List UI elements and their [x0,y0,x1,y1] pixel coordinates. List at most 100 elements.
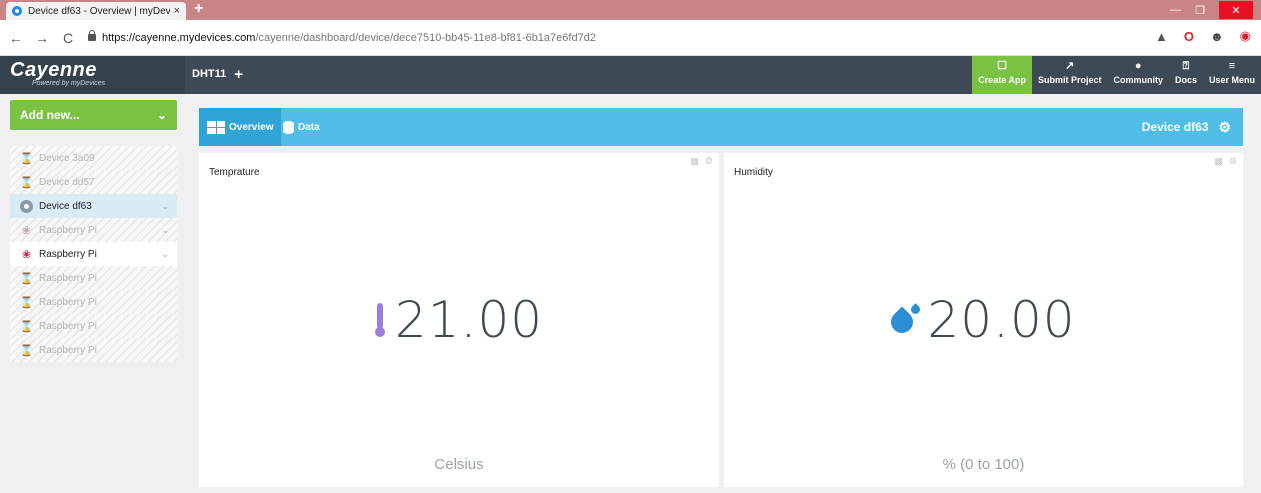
tab-data-label: Data [298,121,320,133]
cayenne-icon [20,199,33,213]
raspberry-icon: ❀ [21,248,32,261]
raspberry-icon: ❀ [21,224,32,237]
device-item-raspberry-pi[interactable]: ⌛ Raspberry Pi [10,314,177,338]
address-bar[interactable]: https://cayenne.mydevices.com/cayenne/da… [88,30,596,44]
hourglass-icon: ⌛ [19,176,34,189]
lock-icon [88,30,96,41]
device-label: Device dd57 [39,176,95,188]
widget-value-row: 20.00 [724,291,1243,349]
submit-project-button[interactable]: ↗ Submit Project [1032,56,1108,94]
window-controls: — ❐ ✕ [1170,0,1253,20]
url-host: https://cayenne.mydevices.com [102,31,256,44]
device-list: ⌛ Device 3a09 ⌛ Device dd57 Device df63 … [10,146,177,362]
adblock-icon[interactable]: ◉ [1240,28,1251,44]
forward-icon[interactable]: → [32,30,52,46]
window-close-icon[interactable]: ✕ [1219,1,1253,19]
browser-tab[interactable]: Device df63 - Overview | myDevi… × [6,2,186,20]
chevron-down-icon: ⌄ [156,108,167,122]
hourglass-icon: ⌛ [19,344,34,357]
minimize-icon[interactable]: — [1170,4,1181,16]
chart-icon[interactable]: ▩ [690,156,699,167]
tab-overview-label: Overview [229,121,274,133]
tab-overview[interactable]: Overview [199,108,282,146]
docs-icon: ⍰ [1182,60,1190,72]
hourglass-icon: ⌛ [19,272,34,285]
widget-tools: ▩ ⚙ [1214,156,1237,167]
device-label: Raspberry Pi [39,272,97,284]
temperature-widget: Temprature ▩ ⚙ 21.00 Celsius [199,153,719,487]
device-name: Device df63 [1141,120,1209,134]
widget-unit: Celsius [434,456,484,473]
new-tab-button[interactable]: + [194,0,203,18]
submit-project-label: Submit Project [1037,75,1102,85]
create-app-button[interactable]: ☐ Create App [972,56,1032,94]
device-settings: Device df63 ⚙ [1142,108,1231,146]
dashboard-header: Overview Data Device df63 ⚙ [199,108,1243,146]
logo-subtitle: Powered by myDevices [32,80,106,87]
create-app-icon: ☐ [997,60,1008,72]
docs-label: Docs [1174,75,1197,85]
device-item-raspberry-pi[interactable]: ⌛ Raspberry Pi [10,290,177,314]
device-item-dd57[interactable]: ⌛ Device dd57 [10,170,177,194]
gear-icon[interactable]: ⚙ [705,156,713,167]
chevron-down-icon[interactable]: ⌄ [161,249,169,260]
gear-icon[interactable]: ⚙ [1229,156,1237,167]
top-nav: ☐ Create App ↗ Submit Project ● Communit… [972,56,1261,94]
device-item-raspberry-pi[interactable]: ❀ Raspberry Pi ⌄ [10,242,177,266]
user-menu-button[interactable]: ≡ User Menu [1203,56,1261,94]
add-new-label: Add new... [20,108,80,122]
widget-tools: ▩ ⚙ [690,156,713,167]
project-tab[interactable]: DHT11 + [192,67,243,82]
create-app-label: Create App [978,75,1026,85]
widget-unit: % (0 to 100) [942,456,1025,473]
device-item-raspberry-pi[interactable]: ⌛ Raspberry Pi [10,266,177,290]
device-item-3a09[interactable]: ⌛ Device 3a09 [10,146,177,170]
device-item-raspberry-pi[interactable]: ⌛ Raspberry Pi [10,338,177,362]
device-label: Raspberry Pi [39,224,97,236]
extension-icon[interactable]: ▲ [1155,29,1168,44]
gear-icon[interactable]: ⚙ [1218,119,1231,136]
community-icon: ● [1134,60,1142,72]
url-path: /cayenne/dashboard/device/dece7510-bb45-… [255,31,596,44]
back-icon[interactable]: ← [6,30,26,46]
browser-toolbar: ← → C https://cayenne.mydevices.com/caye… [0,20,1261,56]
water-drop-icon [886,303,923,338]
community-button[interactable]: ● Community [1107,56,1169,94]
extension-icons: ▲ O ☻ ◉ [1155,28,1251,44]
device-label: Device df63 [39,200,92,212]
hourglass-icon: ⌛ [19,152,34,165]
device-item-df63[interactable]: Device df63 ⌄ [10,194,177,218]
add-project-icon[interactable]: + [234,67,243,82]
temperature-value: 21.00 [394,291,544,349]
project-tab-label: DHT11 [192,68,227,80]
community-label: Community [1113,75,1163,85]
reload-icon[interactable]: C [58,30,78,46]
hourglass-icon: ⌛ [19,296,34,309]
humidity-value: 20.00 [927,291,1076,349]
docs-button[interactable]: ⍰ Docs [1169,56,1203,94]
hamburger-icon: ≡ [1228,60,1236,72]
user-menu-label: User Menu [1208,75,1255,85]
chevron-down-icon[interactable]: ⌄ [161,225,169,236]
thermometer-icon [374,303,385,337]
device-item-raspberry-pi[interactable]: ❀ Raspberry Pi ⌄ [10,218,177,242]
opera-icon[interactable]: O [1184,29,1194,44]
device-label: Raspberry Pi [39,248,97,260]
sidebar: Add new... ⌄ ⌛ Device 3a09 ⌛ Device dd57… [10,100,177,362]
add-new-button[interactable]: Add new... ⌄ [10,100,177,130]
profile-icon[interactable]: ☻ [1210,29,1224,44]
chart-icon[interactable]: ▩ [1214,156,1223,167]
restore-icon[interactable]: ❐ [1195,4,1205,17]
cayenne-favicon-icon [12,6,22,16]
device-label: Raspberry Pi [39,296,97,308]
tab-close-icon[interactable]: × [174,5,180,17]
widget-value-row: 21.00 [199,291,719,349]
device-label: Raspberry Pi [39,344,97,356]
browser-tab-strip: Device df63 - Overview | myDevi… × + — ❐… [0,0,1261,20]
tab-data[interactable]: Data [275,108,328,146]
cayenne-logo[interactable]: Cayenne Powered by myDevices [0,56,185,94]
chevron-down-icon[interactable]: ⌄ [161,201,169,212]
browser-tab-title: Device df63 - Overview | myDevi… [28,5,170,17]
widget-title: Humidity [734,167,773,178]
device-label: Raspberry Pi [39,320,97,332]
